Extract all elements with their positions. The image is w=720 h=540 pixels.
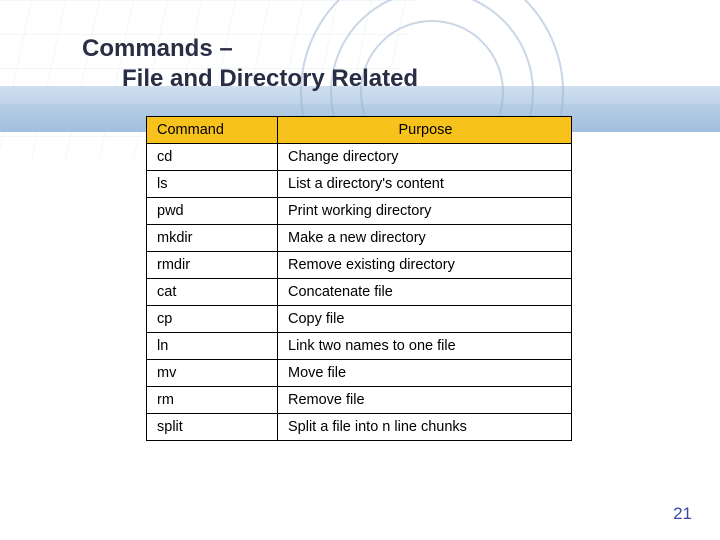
cell-purpose: Remove existing directory <box>278 252 572 279</box>
cell-command: pwd <box>147 198 278 225</box>
table-row: lsList a directory's content <box>147 171 572 198</box>
table-row: cdChange directory <box>147 144 572 171</box>
cell-command: cd <box>147 144 278 171</box>
table-row: rmdirRemove existing directory <box>147 252 572 279</box>
title-line-2: File and Directory Related <box>82 64 720 94</box>
cell-purpose: Link two names to one file <box>278 333 572 360</box>
cell-command: rmdir <box>147 252 278 279</box>
table-row: pwdPrint working directory <box>147 198 572 225</box>
cell-command: ln <box>147 333 278 360</box>
cell-purpose: Change directory <box>278 144 572 171</box>
cell-command: mv <box>147 360 278 387</box>
table-row: mkdirMake a new directory <box>147 225 572 252</box>
cell-command: mkdir <box>147 225 278 252</box>
cell-command: cat <box>147 279 278 306</box>
cell-command: ls <box>147 171 278 198</box>
cell-purpose: Split a file into n line chunks <box>278 414 572 441</box>
cell-command: rm <box>147 387 278 414</box>
cell-purpose: Concatenate file <box>278 279 572 306</box>
page-number: 21 <box>673 504 692 524</box>
page-title: Commands – File and Directory Related <box>0 0 720 94</box>
header-command: Command <box>147 117 278 144</box>
table-row: catConcatenate file <box>147 279 572 306</box>
table-row: cpCopy file <box>147 306 572 333</box>
cell-purpose: Make a new directory <box>278 225 572 252</box>
table-row: splitSplit a file into n line chunks <box>147 414 572 441</box>
title-line-1: Commands – <box>82 35 233 62</box>
table-header-row: Command Purpose <box>147 117 572 144</box>
commands-table: Command Purpose cdChange directorylsList… <box>146 116 572 441</box>
cell-purpose: Move file <box>278 360 572 387</box>
cell-command: cp <box>147 306 278 333</box>
table-row: lnLink two names to one file <box>147 333 572 360</box>
cell-purpose: Copy file <box>278 306 572 333</box>
header-purpose: Purpose <box>278 117 572 144</box>
cell-purpose: Print working directory <box>278 198 572 225</box>
table-row: mvMove file <box>147 360 572 387</box>
cell-purpose: Remove file <box>278 387 572 414</box>
table-row: rmRemove file <box>147 387 572 414</box>
cell-purpose: List a directory's content <box>278 171 572 198</box>
cell-command: split <box>147 414 278 441</box>
